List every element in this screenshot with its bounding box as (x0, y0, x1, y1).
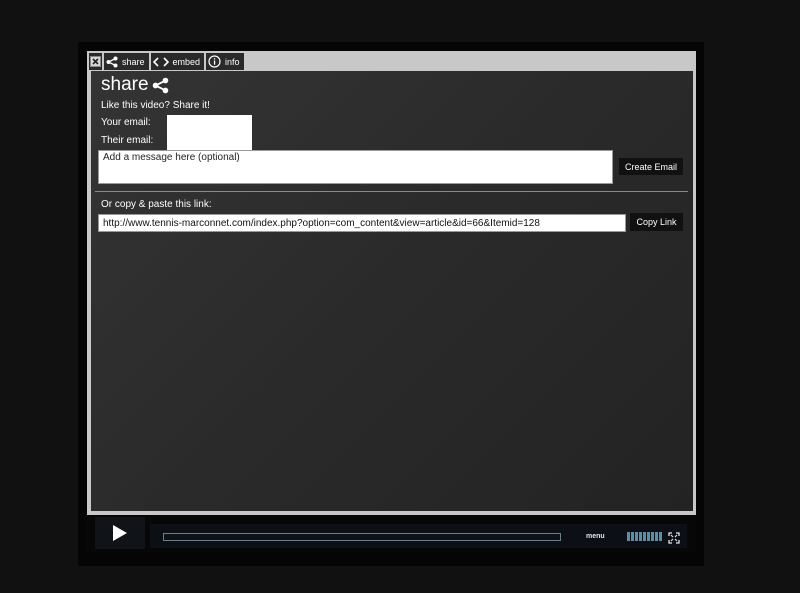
tab-info[interactable]: info (206, 53, 244, 70)
fullscreen-button[interactable] (668, 531, 680, 549)
fullscreen-icon (668, 532, 680, 544)
volume-bar (631, 532, 634, 541)
volume-bar (635, 532, 638, 541)
volume-bar (627, 532, 630, 541)
play-icon (113, 525, 127, 541)
volume-bar (651, 532, 654, 541)
link-field[interactable] (98, 214, 626, 232)
volume-bar (639, 532, 642, 541)
panel-title: share (101, 74, 169, 96)
tab-share[interactable]: share (104, 53, 149, 70)
their-email-field[interactable] (167, 131, 252, 150)
code-icon (152, 56, 169, 67)
play-button[interactable] (95, 517, 145, 549)
tab-embed[interactable]: embed (150, 53, 205, 70)
volume-bar (655, 532, 658, 541)
volume-bar (659, 532, 662, 541)
share-subtitle: Like this video? Share it! (101, 100, 210, 111)
your-email-label: Your email: (101, 117, 151, 128)
menu-button[interactable]: menu (586, 533, 605, 540)
divider (95, 191, 688, 192)
volume-bar (647, 532, 650, 541)
volume-control[interactable] (627, 532, 662, 541)
tab-embed-label: embed (172, 56, 201, 67)
tab-info-label: info (225, 56, 240, 67)
progress-bar[interactable] (163, 533, 561, 541)
copy-link-button[interactable]: Copy Link (630, 213, 683, 231)
volume-bar (643, 532, 646, 541)
share-title-icon (152, 77, 168, 93)
tab-share-label: share (122, 56, 145, 67)
your-email-field[interactable] (167, 115, 252, 131)
panel-title-text: share (101, 74, 149, 95)
create-email-button[interactable]: Create Email (619, 158, 683, 175)
message-field[interactable] (98, 150, 613, 184)
close-icon (90, 56, 101, 67)
their-email-label: Their email: (101, 135, 154, 146)
info-icon (208, 55, 221, 68)
tab-bar: share embed info (89, 53, 244, 71)
copy-link-prompt: Or copy & paste this link: (101, 199, 212, 210)
close-button[interactable] (89, 53, 102, 70)
share-icon (106, 56, 118, 67)
